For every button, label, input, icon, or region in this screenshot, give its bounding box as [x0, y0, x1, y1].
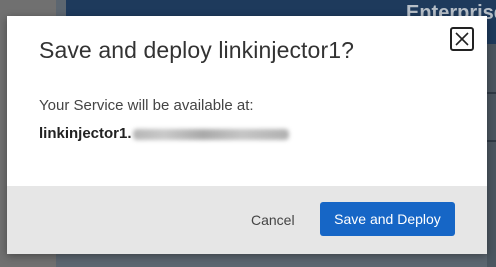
- dialog-footer: Cancel Save and Deploy: [7, 186, 487, 254]
- cancel-button[interactable]: Cancel: [247, 209, 299, 231]
- redacted-domain: [132, 128, 289, 140]
- save-and-deploy-button[interactable]: Save and Deploy: [320, 202, 455, 236]
- page: Enterprise SEO Save and deploy linkinjec…: [0, 0, 496, 267]
- deploy-dialog: Save and deploy linkinjector1? Your Serv…: [7, 16, 487, 254]
- close-icon: [455, 32, 469, 46]
- service-name: linkinjector1.: [39, 125, 132, 142]
- background-edge: [487, 44, 496, 267]
- background-edge-line: [487, 92, 496, 94]
- service-url: linkinjector1.: [39, 125, 459, 145]
- dialog-body: Your Service will be available at: linki…: [39, 97, 459, 145]
- dialog-title: Save and deploy linkinjector1?: [39, 37, 354, 63]
- background-edge-line: [487, 140, 496, 142]
- availability-label: Your Service will be available at:: [39, 97, 254, 114]
- close-button[interactable]: [450, 27, 474, 51]
